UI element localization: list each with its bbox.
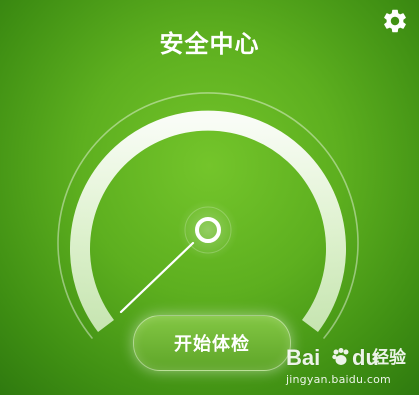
start-checkup-button[interactable]: 开始体检 <box>133 315 291 371</box>
watermark-brand-left: Bai <box>286 345 321 370</box>
gauge-needle <box>119 241 195 314</box>
watermark-url: jingyan.baidu.com <box>286 373 391 386</box>
watermark-suffix: 经验 <box>372 348 406 368</box>
gauge-center-glow <box>178 200 238 260</box>
security-center-screen: 安全中心 开始体检 Bai du 经验 jingyan.baidu.com <box>0 0 419 395</box>
paw-icon <box>332 348 349 365</box>
baidu-jingyan-watermark: Bai du 经验 jingyan.baidu.com <box>286 345 411 389</box>
